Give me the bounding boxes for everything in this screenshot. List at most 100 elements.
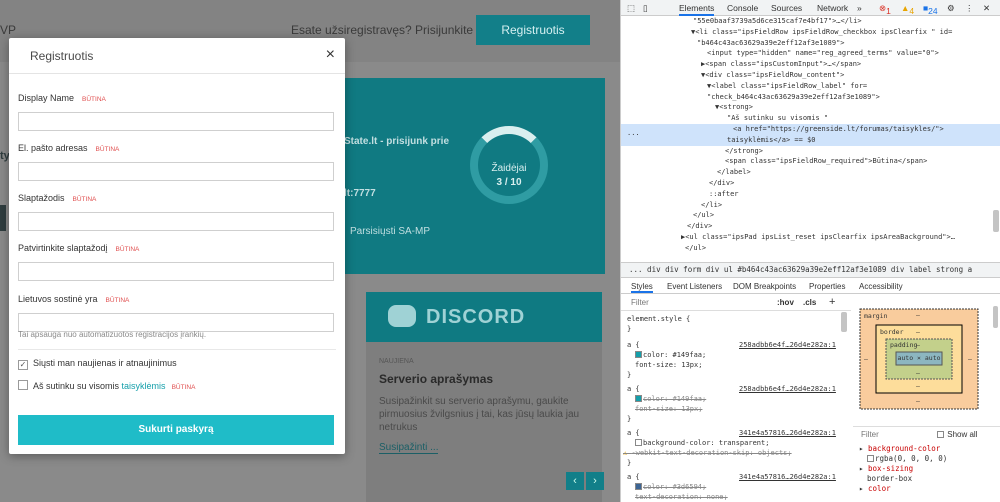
carousel-next-button[interactable]: ›	[586, 472, 604, 490]
element-style-rule[interactable]: element.style {	[627, 314, 690, 324]
css-prop-warning[interactable]: ⚠ -webkit-text-decoration-skip: objects;	[623, 448, 792, 458]
dom-line[interactable]: ▼<label class="ipsFieldRow_label" for=	[707, 81, 867, 92]
dom-line[interactable]: ▼<div class="ipsFieldRow_content">	[701, 70, 844, 81]
show-all-toggle[interactable]: Show all	[937, 430, 977, 439]
styles-filter-input[interactable]: Filter	[631, 298, 649, 307]
error-count-value: 1	[886, 6, 891, 16]
dom-line[interactable]: </label>	[717, 167, 751, 178]
tab-event-listeners[interactable]: Event Listeners	[667, 282, 722, 291]
dom-line[interactable]: "55e0baaf3739a5d6ce315caf7e4bf17">…</li>	[693, 16, 862, 27]
tree-ellipsis[interactable]: ...	[627, 128, 640, 139]
required-badge: BŪTINA	[95, 146, 120, 153]
gear-icon[interactable]: ⚙	[947, 3, 955, 14]
tab-console[interactable]: Console	[727, 3, 758, 13]
tab-properties[interactable]: Properties	[809, 282, 845, 291]
terms-checkbox[interactable]	[18, 380, 28, 390]
device-toggle-icon[interactable]: ▯	[643, 3, 648, 14]
computed-item[interactable]: ▸ color	[859, 484, 947, 494]
box-scrollbar[interactable]	[993, 306, 998, 328]
dom-line[interactable]: </div>	[709, 178, 734, 189]
prop-text: background-color: transparent;	[643, 439, 770, 447]
tab-accessibility[interactable]: Accessibility	[859, 282, 903, 291]
message-count[interactable]: ■ 24	[923, 3, 938, 16]
rule-source-link[interactable]: 258adbb6e4f…26d4e282a:1	[739, 384, 836, 394]
required-badge: BŪTINA	[72, 196, 97, 203]
password-input[interactable]	[18, 212, 334, 231]
dom-line[interactable]: <input type="hidden" name="reg_agreed_te…	[707, 48, 939, 59]
styles-scrollbar[interactable]	[841, 312, 847, 332]
error-count[interactable]: ⊗ 1	[879, 3, 891, 16]
rule-source-link[interactable]: 341e4a57816…26d4e282a:1	[739, 472, 836, 482]
close-icon[interactable]: ×	[326, 46, 335, 64]
css-prop-overridden[interactable]: color: #3d6594;	[635, 482, 706, 492]
dom-line[interactable]: </ul>	[685, 243, 706, 254]
dom-line[interactable]: </strong>	[725, 146, 763, 157]
display-name-field: Display Name BŪTINA	[18, 88, 336, 131]
dom-line-selected[interactable]: <a href="https://greenside.lt/forumas/ta…	[621, 124, 1000, 135]
dom-line[interactable]: <span class="ipsFieldRow_required">Būtin…	[725, 156, 927, 167]
discord-banner[interactable]: DISCORD	[366, 292, 602, 342]
close-devtools-icon[interactable]: ✕	[983, 3, 990, 14]
css-rule[interactable]: a {341e4a57816…26d4e282a:1	[627, 428, 847, 438]
dom-line[interactable]: </li>	[701, 200, 722, 211]
terms-link[interactable]: taisyklėmis	[122, 381, 166, 391]
register-button[interactable]: Registruotis	[476, 15, 590, 45]
carousel-prev-button[interactable]: ‹	[566, 472, 584, 490]
login-link[interactable]: Esate užsiregistravęs? Prisijunkite	[291, 23, 473, 37]
card-title[interactable]: Serverio aprašymas	[379, 372, 493, 386]
terms-checkbox-row[interactable]: Aš sutinku su visomis taisyklėmis BŪTINA	[18, 380, 195, 391]
dom-line[interactable]: ▶<span class="ipsCustomInput">…</span>	[701, 59, 861, 70]
color-swatch[interactable]	[635, 439, 642, 446]
css-prop[interactable]: font-size: 13px;	[635, 360, 702, 370]
dom-line[interactable]: "b464c43ac63629a39e2eff12af3e1089">	[697, 38, 845, 49]
dom-line[interactable]: ::after	[709, 189, 739, 200]
breadcrumb[interactable]: ... div div form div ul #b464c43ac63629a…	[621, 262, 1000, 278]
cls-toggle[interactable]: .cls	[803, 298, 816, 307]
confirm-password-input[interactable]	[18, 262, 334, 281]
dom-line-selected[interactable]: taisyklėmis</a> == $0	[621, 134, 1000, 146]
hero-download-link[interactable]: Parsisiųsti SA-MP	[350, 226, 430, 237]
color-swatch[interactable]	[635, 483, 642, 490]
css-prop-overridden[interactable]: color: #149faa;	[635, 394, 706, 404]
dom-line[interactable]: "check_b464c43ac63629a39e2eff12af3e1089"…	[707, 92, 880, 103]
computed-item[interactable]: ▸ background-color	[859, 444, 947, 454]
card-read-more-link[interactable]: Susipažinti ...	[379, 442, 439, 454]
dom-tree-scrollbar[interactable]	[993, 210, 999, 232]
color-swatch[interactable]	[635, 395, 642, 402]
email-input[interactable]	[18, 162, 334, 181]
display-name-input[interactable]	[18, 112, 334, 131]
inspect-icon[interactable]: ⬚	[627, 3, 635, 14]
css-rule[interactable]: a {258adbb6e4f…26d4e282a:1	[627, 384, 847, 394]
computed-filter-input[interactable]: Filter	[861, 430, 879, 439]
show-all-checkbox[interactable]	[937, 431, 944, 438]
rule-source-link[interactable]: 341e4a57816…26d4e282a:1	[739, 428, 836, 438]
more-tabs-icon[interactable]: »	[857, 3, 862, 13]
dom-line[interactable]: </div>	[687, 221, 712, 232]
dom-line[interactable]: </ul>	[693, 210, 714, 221]
tab-dom-breakpoints[interactable]: DOM Breakpoints	[733, 282, 796, 291]
dom-line[interactable]: "Aš sutinku su visomis "	[727, 113, 828, 124]
css-prop-overridden[interactable]: text-decoration: none;	[635, 492, 728, 502]
rule-source-link[interactable]: 258adbb6e4f…26d4e282a:1	[739, 340, 836, 350]
css-prop-overridden[interactable]: font-size: 13px;	[635, 404, 702, 414]
checkmark-icon[interactable]: ✓	[18, 360, 28, 370]
tab-elements[interactable]: Elements	[679, 3, 715, 16]
kebab-menu-icon[interactable]: ⋮	[965, 3, 974, 14]
newsletter-checkbox-row[interactable]: ✓ Siųsti man naujienas ir atnaujinimus	[18, 358, 177, 370]
create-account-button[interactable]: Sukurti paskyrą	[18, 415, 334, 445]
computed-item[interactable]: ▸ box-sizing	[859, 464, 947, 474]
tab-sources[interactable]: Sources	[771, 3, 802, 13]
new-rule-button[interactable]: +	[829, 296, 835, 308]
dom-line[interactable]: ▶<ul class="ipsPad ipsList_reset ipsClea…	[681, 232, 955, 243]
color-swatch[interactable]	[635, 351, 642, 358]
tab-styles[interactable]: Styles	[631, 282, 653, 293]
tab-network[interactable]: Network	[817, 3, 848, 13]
hov-toggle[interactable]: :hov	[777, 298, 794, 307]
css-prop[interactable]: background-color: transparent;	[635, 438, 769, 448]
css-rule[interactable]: a {258adbb6e4f…26d4e282a:1	[627, 340, 847, 350]
css-rule[interactable]: a {341e4a57816…26d4e282a:1	[627, 472, 847, 482]
dom-line[interactable]: ▼<strong>	[715, 102, 753, 113]
warning-count[interactable]: ▲ 4	[901, 3, 914, 16]
dom-line[interactable]: ▼<li class="ipsFieldRow ipsFieldRow_chec…	[691, 27, 952, 38]
css-prop[interactable]: color: #149faa;	[635, 350, 706, 360]
